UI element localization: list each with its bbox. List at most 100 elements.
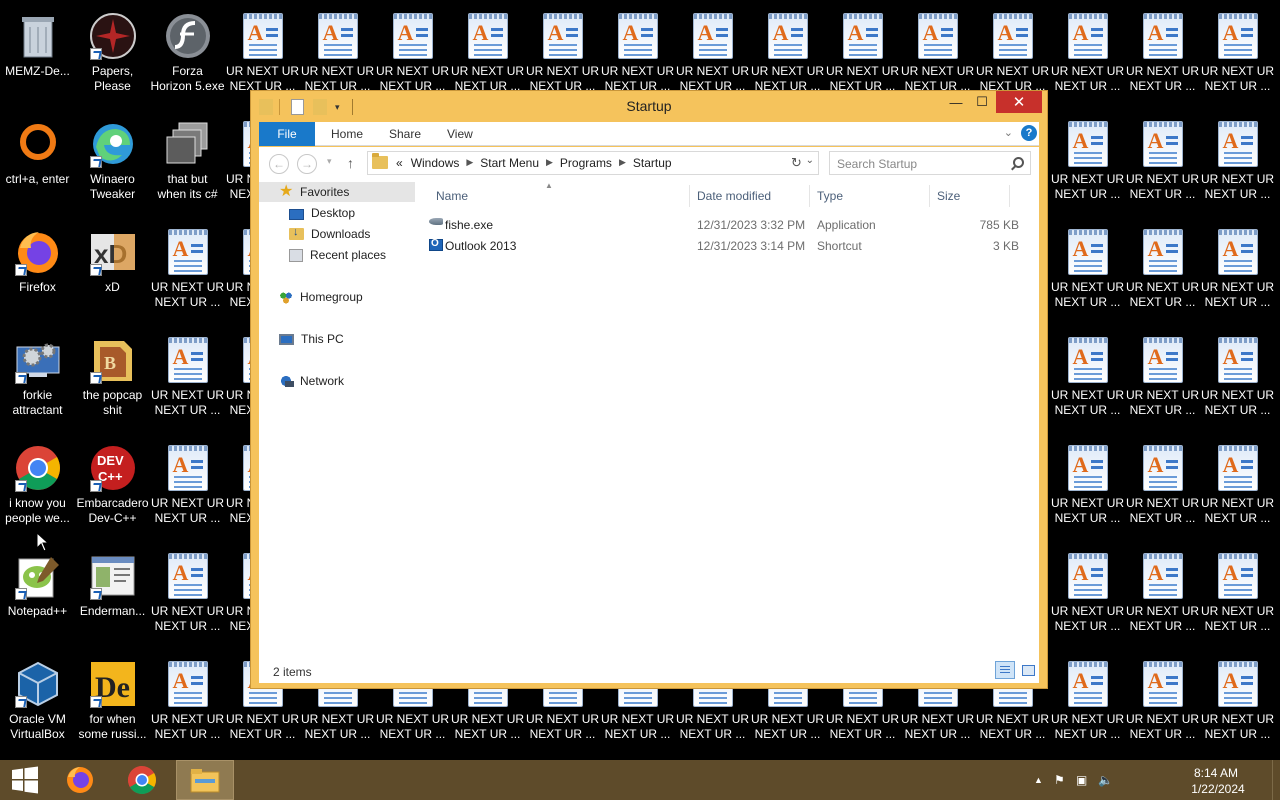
wordpad-document-icon[interactable]: A UR NEXT UR NEXT UR ... bbox=[1050, 438, 1125, 538]
breadcrumb-start-menu[interactable]: Start Menu bbox=[476, 156, 543, 170]
nav-item-desktop[interactable]: Desktop bbox=[259, 203, 355, 223]
wordpad-document-icon[interactable]: A UR NEXT UR NEXT UR ... bbox=[1125, 546, 1200, 646]
column-divider[interactable] bbox=[689, 185, 690, 207]
breadcrumb-windows[interactable]: Windows bbox=[407, 156, 464, 170]
clock-date[interactable]: 1/22/2024 bbox=[1186, 782, 1250, 796]
taskbar-chrome[interactable] bbox=[114, 760, 170, 800]
minimize-button[interactable]: — bbox=[943, 91, 969, 113]
wordpad-document-icon[interactable]: A UR NEXT UR NEXT UR ... bbox=[1125, 654, 1200, 754]
wordpad-document-icon[interactable]: A UR NEXT UR NEXT UR ... bbox=[150, 546, 225, 646]
breadcrumb-programs[interactable]: Programs bbox=[556, 156, 616, 170]
desktop-icon[interactable]: Oracle VM VirtualBox bbox=[0, 654, 75, 754]
desktop-icon[interactable]: that but when its c# bbox=[150, 114, 225, 214]
wordpad-document-icon[interactable]: A UR NEXT UR NEXT UR ... bbox=[150, 654, 225, 754]
wordpad-document-icon[interactable]: A UR NEXT UR NEXT UR ... bbox=[1050, 654, 1125, 754]
desktop-icon[interactable]: Firefox bbox=[0, 222, 75, 322]
wordpad-document-icon[interactable]: A UR NEXT UR NEXT UR ... bbox=[1050, 222, 1125, 322]
wordpad-document-icon[interactable]: A UR NEXT UR NEXT UR ... bbox=[1050, 6, 1125, 106]
desktop-icon[interactable]: Winaero Tweaker bbox=[75, 114, 150, 214]
address-bar[interactable]: « Windows ▶ Start Menu ▶ Programs ▶ Star… bbox=[367, 151, 819, 175]
column-header-name[interactable]: Name bbox=[436, 189, 468, 203]
desktop-icon[interactable]: Forza Horizon 5.exe bbox=[150, 6, 225, 106]
forward-button[interactable]: → bbox=[297, 154, 317, 174]
column-divider[interactable] bbox=[929, 185, 930, 207]
wordpad-document-icon[interactable]: A UR NEXT UR NEXT UR ... bbox=[1050, 546, 1125, 646]
wordpad-document-icon[interactable]: A UR NEXT UR NEXT UR ... bbox=[1125, 114, 1200, 214]
desktop-icon[interactable]: forkie attractant bbox=[0, 330, 75, 430]
action-center-flag-icon[interactable]: ⚑ bbox=[1054, 773, 1065, 787]
wordpad-document-icon[interactable]: A UR NEXT UR NEXT UR ... bbox=[1125, 6, 1200, 106]
wordpad-document-icon[interactable]: A UR NEXT UR NEXT UR ... bbox=[1200, 6, 1275, 106]
desktop-icon[interactable]: De for when some russi... bbox=[75, 654, 150, 754]
start-button[interactable] bbox=[0, 760, 50, 800]
column-header-type[interactable]: Type bbox=[817, 189, 843, 203]
desktop-icon[interactable]: DEV C++ Embarcadero Dev-C++ bbox=[75, 438, 150, 538]
expand-ribbon-icon[interactable]: ⌄ bbox=[1004, 126, 1013, 139]
desktop-icon[interactable]: xD xD bbox=[75, 222, 150, 322]
tab-home[interactable]: Home bbox=[319, 122, 375, 146]
wordpad-document-icon[interactable]: A UR NEXT UR NEXT UR ... bbox=[1125, 438, 1200, 538]
column-divider[interactable] bbox=[1009, 185, 1010, 207]
wordpad-document-icon[interactable]: A UR NEXT UR NEXT UR ... bbox=[1200, 438, 1275, 538]
chevron-right-icon[interactable]: ▶ bbox=[463, 156, 476, 170]
column-header-date[interactable]: Date modified bbox=[697, 189, 771, 203]
volume-muted-icon[interactable]: 🔈 bbox=[1098, 773, 1113, 787]
recent-locations-icon[interactable]: ▾ bbox=[327, 156, 332, 167]
wordpad-document-icon[interactable]: A UR NEXT UR NEXT UR ... bbox=[1125, 330, 1200, 430]
chevron-right-icon[interactable]: ▶ bbox=[616, 156, 629, 170]
refresh-icon[interactable]: ↻ bbox=[791, 155, 802, 171]
search-icon[interactable] bbox=[1013, 157, 1024, 168]
details-view-icon[interactable] bbox=[995, 661, 1015, 679]
nav-item-this-pc[interactable]: This PC bbox=[259, 329, 344, 349]
column-header-size[interactable]: Size bbox=[937, 189, 960, 203]
desktop-icon[interactable]: i know you people we... bbox=[0, 438, 75, 538]
desktop-icon[interactable]: Papers, Please bbox=[75, 6, 150, 106]
tab-share[interactable]: Share bbox=[377, 122, 433, 146]
up-button[interactable]: ↑ bbox=[347, 155, 354, 171]
tab-view[interactable]: View bbox=[435, 122, 485, 146]
nav-item-downloads[interactable]: Downloads bbox=[259, 224, 370, 244]
title-bar[interactable]: ▾ Startup — ☐ ✕ bbox=[251, 91, 1047, 121]
nav-item-favorites[interactable]: ★ Favorites bbox=[259, 182, 415, 202]
clock-time[interactable]: 8:14 AM bbox=[1186, 766, 1246, 780]
wordpad-document-icon[interactable]: A UR NEXT UR NEXT UR ... bbox=[1050, 330, 1125, 430]
desktop-icon[interactable]: MEMZ-De... bbox=[0, 6, 75, 106]
nav-item-network[interactable]: Network bbox=[259, 371, 344, 391]
taskbar-firefox[interactable] bbox=[52, 760, 108, 800]
desktop-icon[interactable]: Enderman... bbox=[75, 546, 150, 646]
table-row[interactable]: fishe.exe 12/31/2023 3:32 PM Application… bbox=[429, 215, 1019, 235]
maximize-button[interactable]: ☐ bbox=[969, 91, 995, 113]
breadcrumb-overflow[interactable]: « bbox=[392, 156, 407, 170]
wordpad-document-icon[interactable]: A UR NEXT UR NEXT UR ... bbox=[1050, 114, 1125, 214]
close-button[interactable]: ✕ bbox=[996, 91, 1042, 113]
wordpad-document-icon[interactable]: A UR NEXT UR NEXT UR ... bbox=[1125, 222, 1200, 322]
taskbar-file-explorer[interactable] bbox=[176, 760, 234, 800]
tab-file[interactable]: File bbox=[259, 122, 315, 146]
chevron-down-icon[interactable]: ⌄ bbox=[806, 155, 814, 166]
back-button[interactable]: ← bbox=[269, 154, 289, 174]
desktop-icon[interactable]: Notepad++ bbox=[0, 546, 75, 646]
desktop-icon[interactable]: Bthe popcap shit bbox=[75, 330, 150, 430]
wordpad-document-icon[interactable]: A UR NEXT UR NEXT UR ... bbox=[1200, 330, 1275, 430]
wordpad-document-icon[interactable]: A UR NEXT UR NEXT UR ... bbox=[1200, 654, 1275, 754]
network-tray-icon[interactable]: ▣ bbox=[1076, 773, 1087, 787]
help-icon[interactable]: ? bbox=[1021, 125, 1037, 141]
explorer-window[interactable]: ▾ Startup — ☐ ✕ File Home Share View ⌄ ?… bbox=[250, 90, 1048, 689]
wordpad-document-icon[interactable]: A UR NEXT UR NEXT UR ... bbox=[150, 222, 225, 322]
search-input[interactable]: Search Startup bbox=[829, 151, 1031, 175]
breadcrumb-startup[interactable]: Startup bbox=[629, 156, 676, 170]
table-row[interactable]: Outlook 2013 12/31/2023 3:14 PM Shortcut… bbox=[429, 236, 1019, 256]
wordpad-document-icon[interactable]: A UR NEXT UR NEXT UR ... bbox=[1200, 114, 1275, 214]
desktop-icon[interactable]: ctrl+a, enter bbox=[0, 114, 75, 214]
show-hidden-icons-icon[interactable]: ▲ bbox=[1034, 775, 1043, 785]
wordpad-document-icon[interactable]: A UR NEXT UR NEXT UR ... bbox=[150, 438, 225, 538]
wordpad-document-icon[interactable]: A UR NEXT UR NEXT UR ... bbox=[150, 330, 225, 430]
show-desktop-button[interactable] bbox=[1272, 760, 1280, 800]
nav-item-recent-places[interactable]: Recent places bbox=[259, 245, 386, 265]
column-divider[interactable] bbox=[809, 185, 810, 207]
wordpad-document-icon[interactable]: A UR NEXT UR NEXT UR ... bbox=[1200, 222, 1275, 322]
large-icons-view-icon[interactable] bbox=[1019, 661, 1037, 679]
chevron-right-icon[interactable]: ▶ bbox=[543, 156, 556, 170]
wordpad-document-icon[interactable]: A UR NEXT UR NEXT UR ... bbox=[1200, 546, 1275, 646]
nav-item-homegroup[interactable]: Homegroup bbox=[259, 287, 363, 307]
